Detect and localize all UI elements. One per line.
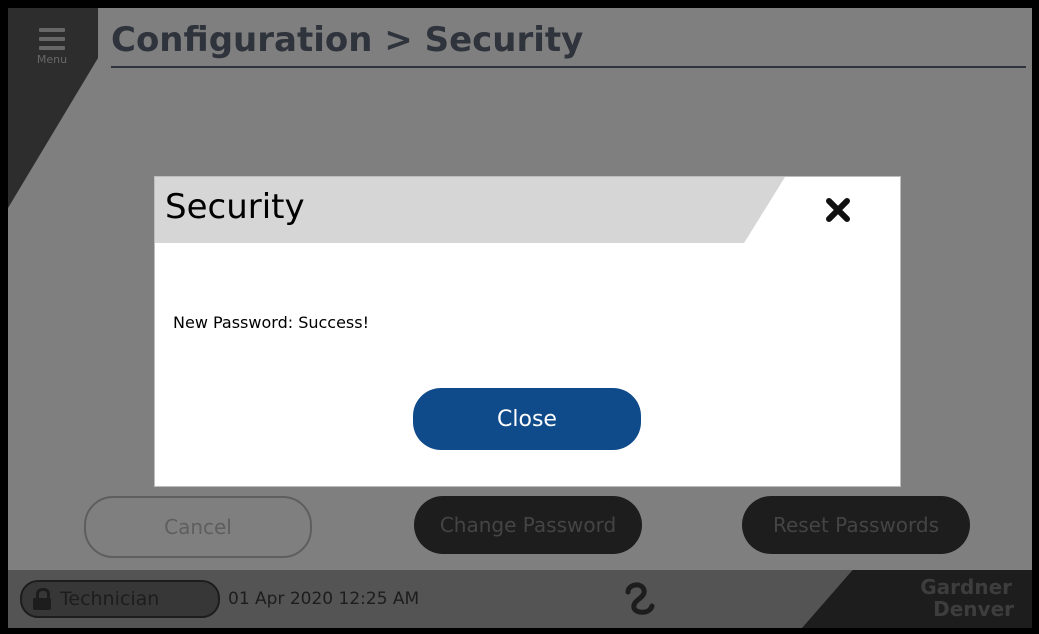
dialog-message: New Password: Success! (173, 313, 370, 332)
close-x-icon[interactable] (821, 193, 855, 227)
screen-frame: Menu Configuration > Security Cancel Cha… (8, 8, 1032, 628)
dialog-title: Security (165, 187, 305, 227)
close-button[interactable]: Close (413, 388, 641, 450)
security-dialog: Security New Password: Success! Close (154, 176, 901, 487)
